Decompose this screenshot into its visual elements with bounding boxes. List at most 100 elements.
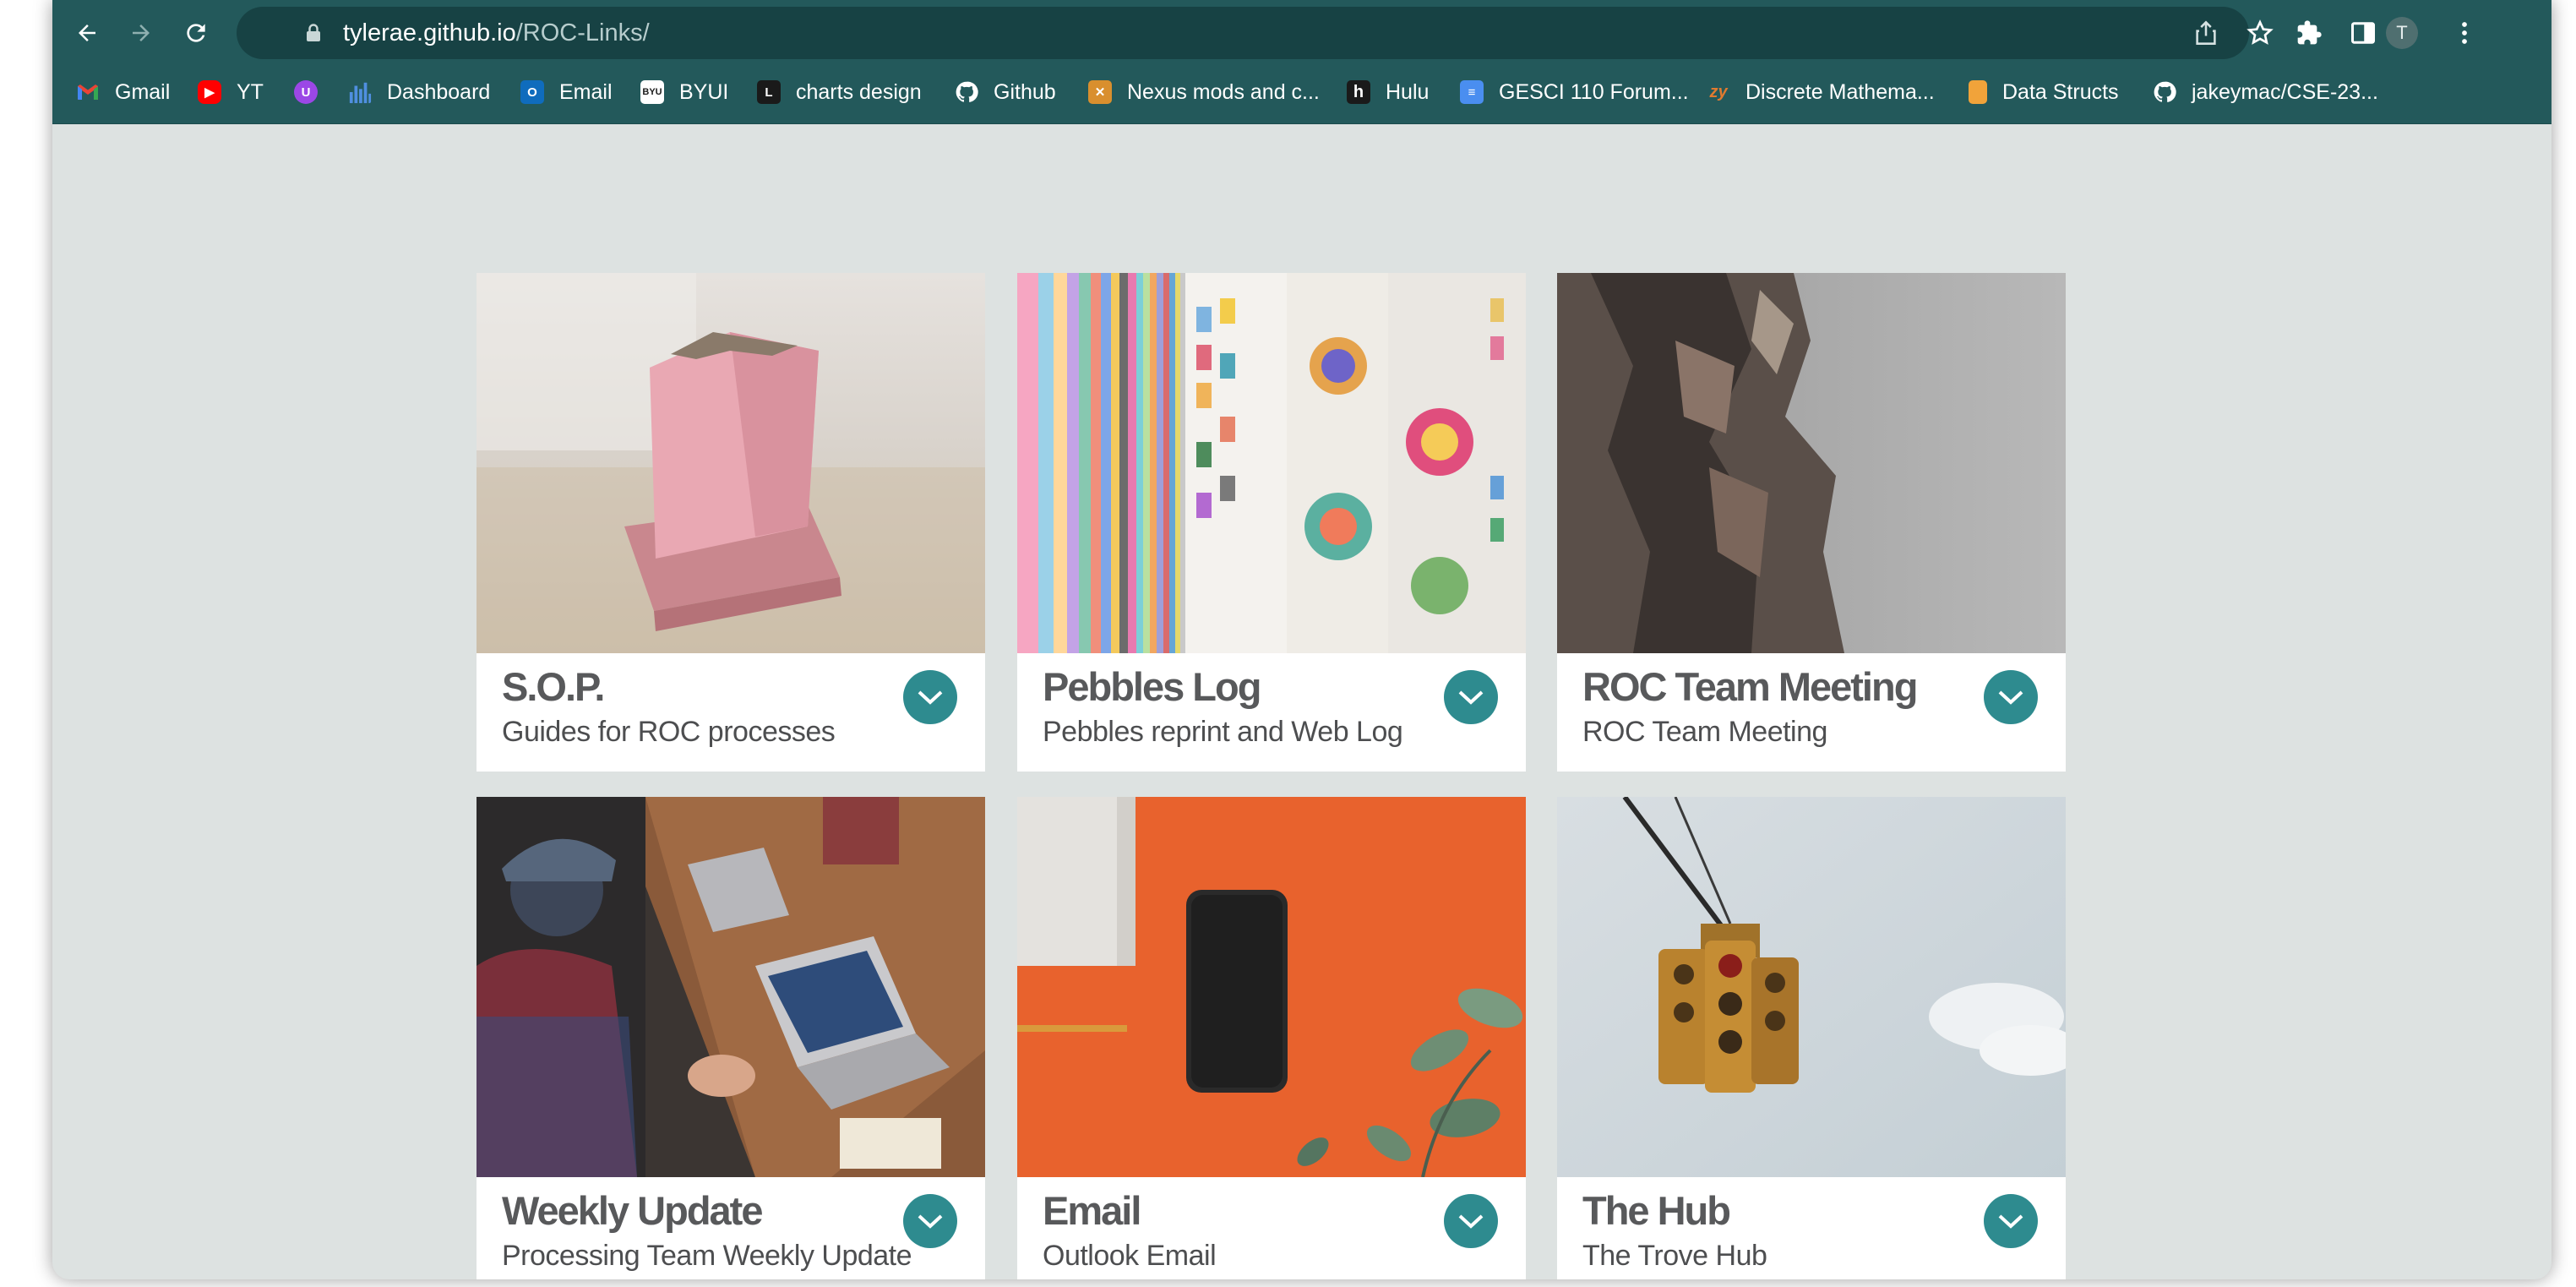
card-image-rock-cliff (1557, 273, 2066, 653)
bookmark-charts-design[interactable]: L charts design (757, 66, 922, 118)
card-roc-team-meeting[interactable]: ROC Team Meeting ROC Team Meeting (1557, 273, 2066, 772)
card-weekly-update[interactable]: Weekly Update Processing Team Weekly Upd… (477, 797, 985, 1279)
card-body: Weekly Update Processing Team Weekly Upd… (477, 1177, 985, 1279)
card-pebbles-log[interactable]: Pebbles Log Pebbles reprint and Web Log (1017, 273, 1526, 772)
chevron-down-icon (1458, 1214, 1484, 1229)
gmail-icon (76, 80, 100, 104)
bookmark-star-button[interactable] (2244, 17, 2276, 49)
bookmark-nexus-mods[interactable]: ✕ Nexus mods and c... (1088, 66, 1320, 118)
bookmark-label: BYUI (679, 79, 729, 104)
bookmark-hulu[interactable]: h Hulu (1347, 66, 1429, 118)
card-the-hub[interactable]: The Hub The Trove Hub (1557, 797, 2066, 1279)
bookmark-label: Email (559, 79, 613, 104)
share-button[interactable] (2190, 17, 2222, 49)
bookmark-yt[interactable]: ▶ YT (198, 66, 264, 118)
chevron-down-icon (918, 690, 943, 705)
bookmark-jakeymac-repo[interactable]: jakeymac/CSE-23... (2153, 66, 2378, 118)
reload-button[interactable] (172, 8, 221, 57)
bookmark-gmail[interactable]: Gmail (76, 66, 170, 118)
card-title: Email (1043, 1188, 1141, 1233)
bookmark-gesci-forum[interactable]: ≡ GESCI 110 Forum... (1460, 66, 1689, 118)
reload-icon (187, 24, 205, 42)
card-subtitle: Outlook Email (1043, 1240, 1217, 1272)
forward-arrow-icon (133, 25, 150, 41)
expand-toggle-button[interactable] (1444, 670, 1498, 724)
card-body: ROC Team Meeting ROC Team Meeting (1557, 653, 2066, 772)
bar-chart-icon (348, 80, 372, 104)
bookmark-byui[interactable]: BYU BYUI (640, 66, 728, 118)
bookmark-label: YT (237, 79, 264, 104)
bookmark-email[interactable]: O Email (520, 66, 613, 118)
nexus-mods-icon: ✕ (1088, 80, 1112, 104)
profile-avatar[interactable]: T (2386, 17, 2418, 49)
bookmarks-bar: Gmail ▶ YT U Dashboard O Email BYU BYUI … (52, 66, 2551, 124)
browser-menu-button[interactable] (2440, 8, 2489, 57)
card-body: The Hub The Trove Hub (1557, 1177, 2066, 1279)
bookmark-dashboard[interactable]: Dashboard (348, 66, 490, 118)
expand-toggle-button[interactable] (1984, 670, 2038, 724)
shield-u-icon: U (294, 80, 318, 104)
card-title: The Hub (1582, 1188, 1731, 1233)
card-image-laptop-meeting (477, 797, 985, 1177)
bookmark-label: Dashboard (387, 79, 491, 104)
card-body: Email Outlook Email (1017, 1177, 1526, 1279)
card-email[interactable]: Email Outlook Email (1017, 797, 1526, 1279)
expand-toggle-button[interactable] (1444, 1194, 1498, 1248)
card-image-traffic-light (1557, 797, 2066, 1177)
bookmark-label: Data Structs (2002, 79, 2119, 104)
outlook-icon: O (520, 80, 544, 104)
card-title: S.O.P. (502, 664, 605, 709)
bookmark-unnamed[interactable]: U (294, 66, 318, 118)
bookmark-label: Discrete Mathema... (1745, 79, 1935, 104)
bookmark-label: GESCI 110 Forum... (1499, 79, 1689, 104)
charts-design-icon: L (757, 80, 781, 104)
browser-window: tylerae.github.io/ROC-Links/ T Gmail ▶ Y… (52, 0, 2551, 1279)
card-image-soap (477, 273, 985, 653)
card-image-color-swatches (1017, 273, 1526, 653)
bookmark-label: Nexus mods and c... (1127, 79, 1320, 104)
card-title: Weekly Update (502, 1188, 763, 1233)
bookmark-label: jakeymac/CSE-23... (2192, 79, 2378, 104)
bookmark-data-structs[interactable]: Data Structs (1969, 66, 2119, 118)
card-subtitle: Pebbles reprint and Web Log (1043, 716, 1403, 748)
chevron-down-icon (1998, 1214, 2023, 1229)
card-sop[interactable]: S.O.P. Guides for ROC processes (477, 273, 985, 772)
chevron-down-icon (918, 1214, 943, 1229)
forward-button[interactable] (117, 8, 166, 57)
kebab-menu-icon (2462, 22, 2467, 44)
bookmark-folder-icon (1969, 80, 1987, 104)
hulu-icon: h (1347, 80, 1370, 104)
youtube-icon: ▶ (198, 80, 221, 104)
side-panel-button[interactable] (2339, 8, 2388, 57)
card-subtitle: Processing Team Weekly Update (502, 1240, 912, 1272)
card-image-phone-on-orange (1017, 797, 1526, 1177)
extensions-button[interactable] (2285, 8, 2334, 57)
card-subtitle: ROC Team Meeting (1582, 716, 1827, 748)
github-icon (955, 80, 978, 104)
side-panel-icon (2351, 22, 2375, 44)
expand-toggle-button[interactable] (903, 670, 957, 724)
url-path: /ROC-Links/ (515, 19, 650, 46)
bookmark-discrete-math[interactable]: zy Discrete Mathema... (1707, 66, 1935, 118)
bookmark-label: charts design (796, 79, 922, 104)
bookmark-label: Hulu (1386, 79, 1430, 104)
card-subtitle: Guides for ROC processes (502, 716, 836, 748)
chevron-down-icon (1458, 690, 1484, 705)
byui-logo-icon: BYU (640, 80, 664, 104)
url-text[interactable]: tylerae.github.io/ROC-Links/ (343, 7, 650, 59)
card-subtitle: The Trove Hub (1582, 1240, 1767, 1272)
card-title: Pebbles Log (1043, 664, 1261, 709)
back-button[interactable] (63, 8, 112, 57)
chevron-down-icon (1998, 690, 2023, 705)
bookmark-github[interactable]: Github (955, 66, 1056, 118)
share-icon (2196, 20, 2216, 45)
page-content: S.O.P. Guides for ROC processes Pebbles … (52, 124, 2551, 1279)
google-docs-icon: ≡ (1460, 80, 1484, 104)
address-bar[interactable]: tylerae.github.io/ROC-Links/ (237, 7, 2274, 59)
puzzle-icon (2297, 20, 2322, 45)
star-icon (2247, 19, 2274, 45)
bookmark-label: Github (994, 79, 1056, 104)
expand-toggle-button[interactable] (903, 1194, 957, 1248)
expand-toggle-button[interactable] (1984, 1194, 2038, 1248)
card-body: Pebbles Log Pebbles reprint and Web Log (1017, 653, 1526, 772)
